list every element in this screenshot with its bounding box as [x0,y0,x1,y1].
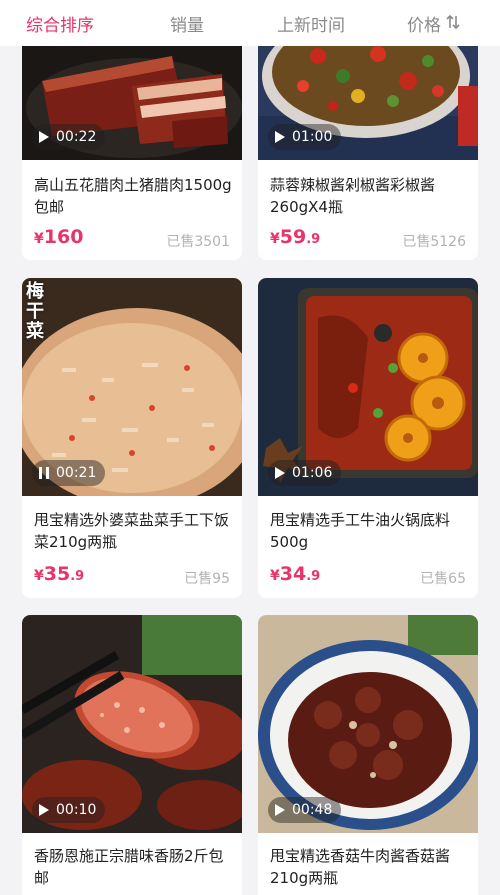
product-card[interactable]: 00:48 甩宝精选香菇牛肉酱香菇酱210g两瓶 [258,615,478,895]
play-icon [275,467,285,479]
price-integer: 160 [43,226,84,248]
product-title: 甩宝精选手工牛油火锅底料500g [270,511,451,551]
price-currency: ¥ [270,231,280,247]
play-icon [39,804,49,816]
image-overlay-text: 梅干菜 [26,281,44,342]
video-duration: 01:00 [292,129,333,145]
video-duration: 00:10 [56,802,97,818]
product-thumbnail: 00:22 [22,46,242,160]
price-integer: 35 [43,563,71,585]
video-duration: 00:22 [56,129,97,145]
video-duration-badge: 00:48 [268,797,342,823]
sold-count: 已售95 [184,571,230,587]
sort-arrows-icon [446,14,460,35]
product-card[interactable]: 梅干菜 00:21 甩宝精选外婆菜盐菜手工下饭菜210g两瓶 ¥35.9 已售9… [22,278,242,598]
sold-count: 已售65 [420,571,466,587]
product-title: 香肠恩施正宗腊味香肠2斤包邮 [34,847,224,887]
video-duration-badge: 00:10 [32,797,106,823]
sort-tab-newest[interactable]: 上新时间 [277,11,345,36]
price-currency: ¥ [34,231,44,247]
product-price: ¥59.9 [270,226,320,248]
product-thumbnail: 梅干菜 00:21 [22,278,242,496]
play-icon [39,131,49,143]
product-title: 高山五花腊肉土猪腊肉1500g包邮 [34,176,232,216]
product-thumbnail: 00:10 [22,615,242,833]
sold-count: 已售5126 [402,234,466,250]
price-integer: 59 [279,226,307,248]
sort-bar: 综合排序 销量 上新时间 价格 [0,0,500,46]
sort-tab-price-label: 价格 [407,16,441,36]
video-duration-badge: 01:06 [268,460,342,486]
price-integer: 34 [279,563,307,585]
price-decimal: .9 [306,569,321,584]
sold-count: 已售3501 [166,234,230,250]
play-icon [275,131,285,143]
product-price: ¥160 [34,226,83,248]
price-decimal: .9 [70,569,85,584]
product-card[interactable]: 01:00 蒜蓉辣椒酱剁椒酱彩椒酱260gX4瓶 ¥59.9 已售5126 [258,46,478,260]
video-duration: 00:48 [292,802,333,818]
product-title: 甩宝精选香菇牛肉酱香菇酱210g两瓶 [270,847,451,887]
play-icon [275,804,285,816]
sort-tab-comprehensive[interactable]: 综合排序 [26,11,94,36]
video-duration-badge: 00:21 [32,460,106,486]
product-thumbnail: 01:00 [258,46,478,160]
price-currency: ¥ [270,568,280,584]
pause-icon [39,467,49,479]
video-duration-badge: 01:00 [268,124,342,150]
product-price: ¥34.9 [270,563,320,585]
video-duration-badge: 00:22 [32,124,106,150]
product-title: 甩宝精选外婆菜盐菜手工下饭菜210g两瓶 [34,511,230,551]
price-currency: ¥ [34,568,44,584]
product-thumbnail: 01:06 [258,278,478,496]
sort-tab-sales[interactable]: 销量 [170,11,204,36]
product-title: 蒜蓉辣椒酱剁椒酱彩椒酱260gX4瓶 [270,176,436,216]
price-decimal: .9 [306,232,321,247]
product-price: ¥35.9 [34,563,84,585]
video-duration: 00:21 [56,465,97,481]
product-card[interactable]: 00:10 香肠恩施正宗腊味香肠2斤包邮 [22,615,242,895]
product-card[interactable]: 00:22 高山五花腊肉土猪腊肉1500g包邮 ¥160 已售3501 [22,46,242,260]
video-duration: 01:06 [292,465,333,481]
product-card[interactable]: 01:06 甩宝精选手工牛油火锅底料500g ¥34.9 已售65 [258,278,478,598]
sort-tab-price[interactable]: 价格 [407,11,460,36]
product-grid: 00:22 高山五花腊肉土猪腊肉1500g包邮 ¥160 已售3501 01:0… [0,46,500,895]
product-thumbnail: 00:48 [258,615,478,833]
